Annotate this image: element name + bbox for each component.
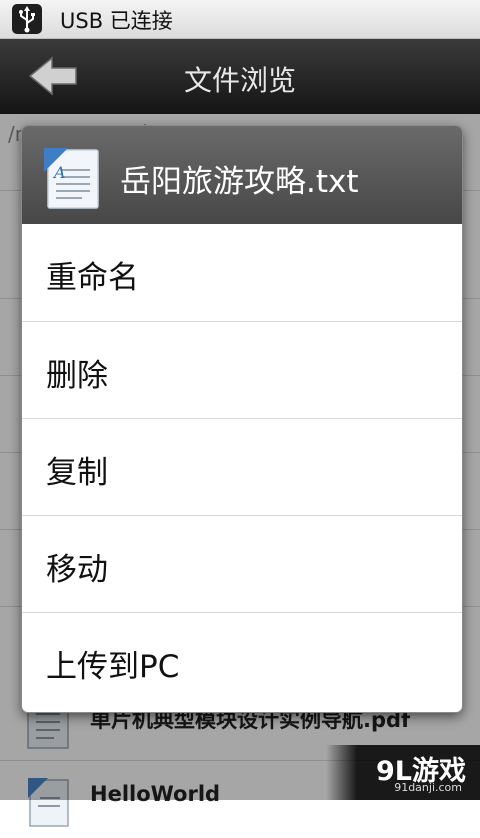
file-options-dialog: A 岳阳旅游攻略.txt 重命名 删除 复制 移动 上传到PC: [22, 126, 462, 712]
site-watermark: 9L游戏 91danji.com: [326, 745, 480, 800]
title-bar: 文件浏览: [0, 39, 480, 114]
menu-item-rename[interactable]: 重命名: [22, 224, 462, 320]
menu-item-move[interactable]: 移动: [22, 515, 462, 612]
usb-status-text: USB 已连接: [60, 9, 173, 33]
menu-item-label: 移动: [46, 552, 108, 588]
dialog-header: A 岳阳旅游攻略.txt: [22, 126, 462, 224]
watermark-url: 91danji.com: [394, 781, 462, 794]
read-document-icon: A: [42, 146, 102, 210]
menu-item-label: 复制: [46, 455, 108, 491]
page-title: 文件浏览: [183, 64, 296, 97]
menu-item-upload-to-pc[interactable]: 上传到PC: [22, 612, 462, 709]
status-bar: USB 已连接: [0, 0, 480, 39]
menu-item-copy[interactable]: 复制: [22, 418, 462, 515]
dialog-title: 岳阳旅游攻略.txt: [120, 164, 359, 200]
menu-item-label: 上传到PC: [46, 649, 180, 685]
svg-text:A: A: [52, 163, 66, 182]
menu-item-delete[interactable]: 删除: [22, 321, 462, 418]
usb-icon: [12, 4, 42, 34]
menu-item-label: 删除: [46, 358, 108, 394]
menu-item-label: 重命名: [46, 260, 139, 296]
